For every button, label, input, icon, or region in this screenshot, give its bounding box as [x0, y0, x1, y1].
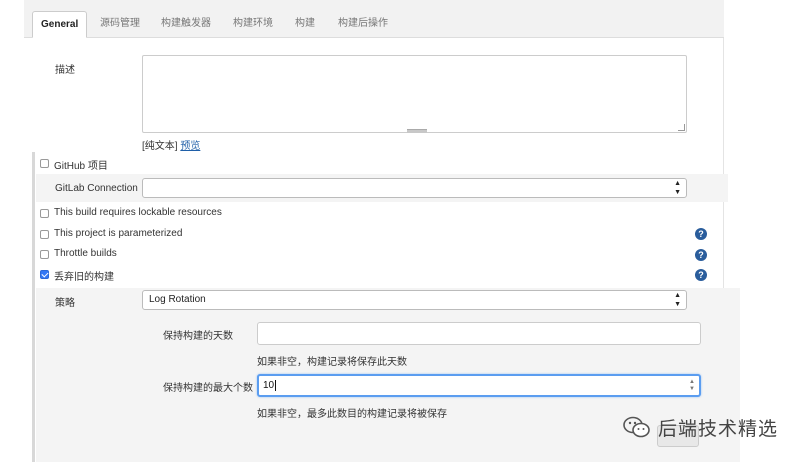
number-spinner-icon[interactable]: ▲ ▼ [689, 379, 695, 393]
parameterized-checkbox[interactable] [40, 230, 49, 239]
select-arrows-icon: ▲ ▼ [674, 180, 681, 196]
lockable-resources-checkbox[interactable] [40, 209, 49, 218]
tab-build-triggers[interactable]: 构建触发器 [161, 11, 211, 38]
help-icon[interactable]: ? [695, 269, 707, 281]
resize-handle-icon[interactable] [678, 124, 685, 131]
textarea-grip[interactable] [407, 129, 427, 133]
parameterized-label: This project is parameterized [54, 228, 183, 239]
max-builds-value: 10 [263, 380, 275, 391]
strategy-select[interactable]: Log Rotation ▲ ▼ [142, 290, 687, 310]
discard-old-builds-label: 丢弃旧的构建 [54, 272, 114, 283]
watermark: 后端技术精选 [622, 412, 778, 442]
tab-build[interactable]: 构建 [295, 11, 315, 38]
strategy-value: Log Rotation [149, 294, 206, 305]
days-to-keep-label: 保持构建的天数 [163, 331, 233, 342]
max-builds-hint: 如果非空，最多此数目的构建记录将被保存 [257, 409, 447, 420]
days-to-keep-input[interactable] [257, 322, 701, 345]
description-format-row: [纯文本] 预览 [142, 137, 200, 152]
help-icon[interactable]: ? [695, 228, 707, 240]
days-to-keep-hint: 如果非空，构建记录将保存此天数 [257, 357, 407, 368]
max-builds-input[interactable]: 10 ▲ ▼ [257, 374, 701, 397]
description-textarea[interactable] [142, 55, 687, 133]
gitlab-connection-select[interactable]: ▲ ▼ [142, 178, 687, 198]
strategy-label: 策略 [55, 298, 75, 309]
github-project-checkbox[interactable] [40, 159, 49, 168]
max-builds-label: 保持构建的最大个数 [163, 383, 253, 394]
wechat-logo-icon [622, 414, 652, 440]
lockable-resources-label: This build requires lockable resources [54, 207, 222, 218]
gitlab-connection-label: GitLab Connection [55, 183, 138, 194]
tab-general[interactable]: General [32, 11, 88, 38]
plain-text-label: [纯文本] [142, 141, 178, 152]
text-caret [275, 379, 277, 391]
tab-source-management[interactable]: 源码管理 [100, 11, 140, 38]
discard-old-builds-checkbox[interactable] [40, 270, 49, 279]
description-label: 描述 [55, 65, 75, 76]
throttle-builds-checkbox[interactable] [40, 250, 49, 259]
select-arrows-icon: ▲ ▼ [674, 292, 681, 308]
preview-link[interactable]: 预览 [180, 141, 200, 152]
tab-post-build-actions[interactable]: 构建后操作 [338, 11, 388, 38]
github-project-label: GitHub 项目 [54, 161, 108, 172]
help-icon[interactable]: ? [695, 249, 707, 261]
job-config-panel: General 源码管理 构建触发器 构建环境 构建 构建后操作 描述 [纯文本… [24, 0, 740, 462]
watermark-text: 后端技术精选 [658, 417, 779, 440]
throttle-builds-label: Throttle builds [54, 248, 117, 259]
tab-build-environment[interactable]: 构建环境 [233, 11, 273, 38]
config-tab-bar: General 源码管理 构建触发器 构建环境 构建 构建后操作 [24, 0, 724, 38]
